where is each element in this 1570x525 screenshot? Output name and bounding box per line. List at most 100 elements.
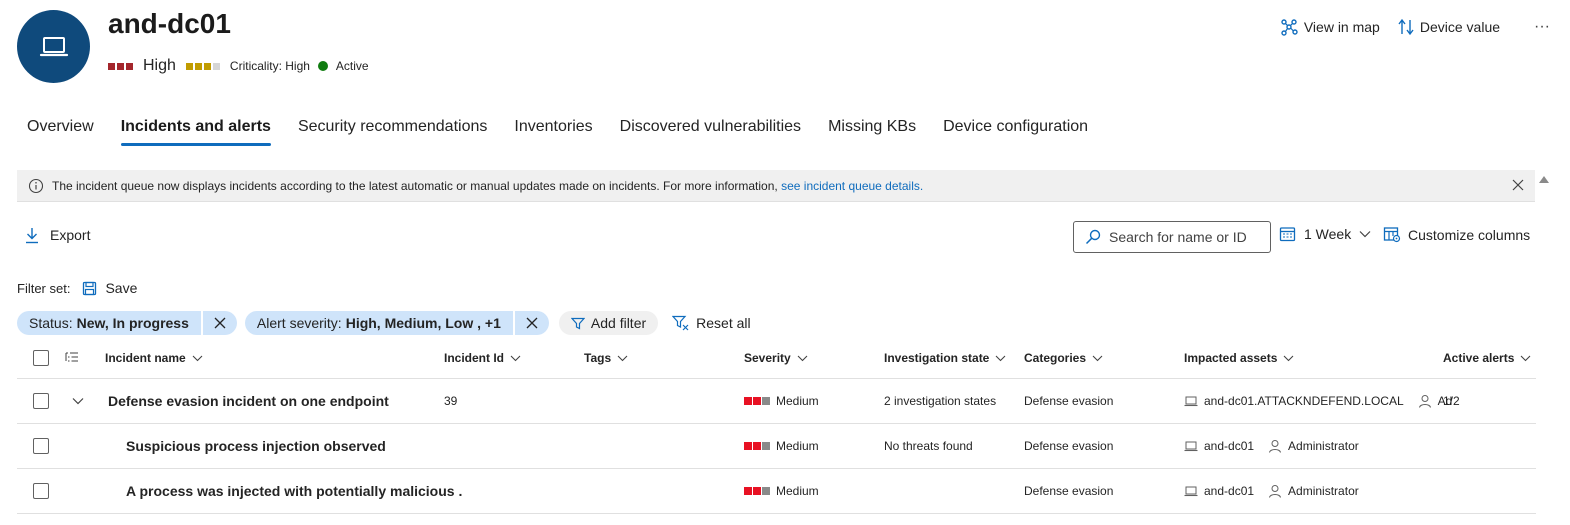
table-row[interactable]: A process was injected with potentially … — [17, 469, 1536, 514]
column-header-incident-name[interactable]: Incident name — [105, 338, 203, 378]
column-header-impacted-assets[interactable]: Impacted assets — [1184, 338, 1294, 378]
view-in-map-button[interactable]: View in map — [1280, 18, 1380, 36]
filter-chip-key: Status: — [29, 315, 73, 331]
incident-queue-details-link[interactable]: see incident queue details. — [781, 179, 923, 193]
investigation-state: 2 investigation states — [884, 394, 997, 408]
tab-device-configuration[interactable]: Device configuration — [943, 118, 1088, 146]
severity-cell: Medium — [744, 379, 819, 423]
filter-chips: Status: New, In progress Alert severity:… — [17, 311, 751, 335]
close-icon[interactable] — [1511, 178, 1525, 192]
reset-all-label: Reset all — [696, 315, 751, 331]
header-actions: View in map Device value ··· — [1280, 18, 1550, 36]
chevron-down-icon — [995, 355, 1006, 361]
chevron-down-icon — [1520, 355, 1531, 361]
tab-inventories[interactable]: Inventories — [514, 118, 592, 146]
scrollbar-up-arrow[interactable] — [1539, 176, 1549, 183]
impacted-user[interactable]: Administrator — [1288, 439, 1359, 453]
chevron-down-icon — [797, 355, 808, 361]
column-header-investigation-state[interactable]: Investigation state — [884, 338, 1006, 378]
person-icon — [1269, 440, 1282, 453]
impacted-device[interactable]: and-dc01 — [1204, 484, 1254, 498]
close-icon — [526, 317, 538, 329]
tab-missing-kbs[interactable]: Missing KBs — [828, 118, 916, 146]
export-button[interactable]: Export — [24, 226, 90, 244]
column-header-severity[interactable]: Severity — [744, 338, 808, 378]
group-by-icon[interactable] — [65, 351, 79, 365]
incidents-table: Incident name Incident Id Tags Severity … — [17, 338, 1536, 514]
column-header-tags[interactable]: Tags — [584, 338, 628, 378]
search-input[interactable] — [1109, 229, 1259, 245]
person-icon — [1418, 395, 1431, 408]
close-icon — [214, 317, 226, 329]
column-header-label: Incident Id — [444, 351, 504, 365]
active-alerts: 1/2 — [1443, 394, 1460, 408]
info-icon — [28, 178, 44, 193]
filter-chip-alert-severity[interactable]: Alert severity: High, Medium, Low , +1 — [244, 311, 549, 335]
tab-overview[interactable]: Overview — [27, 118, 94, 146]
remove-status-filter-button[interactable] — [200, 311, 237, 335]
reset-all-button[interactable]: Reset all — [672, 315, 751, 331]
customize-columns-icon — [1383, 227, 1401, 243]
sort-arrows-icon — [1398, 18, 1414, 36]
filter-chip-severity-label: Alert severity: High, Medium, Low , +1 — [245, 311, 513, 335]
tab-security-recommendations[interactable]: Security recommendations — [298, 118, 487, 146]
laptop-icon — [1184, 486, 1198, 496]
filter-chip-status[interactable]: Status: New, In progress — [17, 311, 237, 335]
save-icon — [83, 281, 97, 295]
more-actions-button[interactable]: ··· — [1534, 18, 1550, 36]
device-status: Active — [335, 59, 369, 73]
device-value-button[interactable]: Device value — [1398, 18, 1500, 36]
row-checkbox[interactable] — [33, 438, 49, 454]
filter-icon — [570, 317, 585, 329]
view-in-map-label: View in map — [1303, 19, 1380, 35]
device-meta: High Criticality: High Active — [108, 57, 369, 75]
incident-name[interactable]: Defense evasion incident on one endpoint — [108, 379, 389, 423]
filter-set: Filter set: Save — [17, 280, 137, 296]
impacted-device[interactable]: and-dc01.ATTACKNDEFEND.LOCAL — [1204, 394, 1404, 408]
remove-severity-filter-button[interactable] — [512, 311, 549, 335]
device-avatar — [17, 10, 90, 83]
investigation-state: No threats found — [884, 439, 973, 453]
impacted-device[interactable]: and-dc01 — [1204, 439, 1254, 453]
severity-label: Medium — [776, 394, 819, 408]
row-select-cell — [33, 424, 49, 468]
column-header-categories[interactable]: Categories — [1024, 338, 1103, 378]
info-banner-text: The incident queue now displays incident… — [52, 179, 923, 193]
category: Defense evasion — [1024, 394, 1114, 408]
add-filter-button[interactable]: Add filter — [558, 311, 659, 335]
customize-columns-button[interactable]: Customize columns — [1383, 226, 1530, 243]
table-row[interactable]: Suspicious process injection observed Me… — [17, 424, 1536, 469]
alert-name[interactable]: Suspicious process injection observed — [126, 424, 386, 468]
select-all-checkbox[interactable] — [33, 350, 49, 366]
column-header-label: Categories — [1024, 351, 1087, 365]
severity-indicator — [744, 487, 770, 495]
criticality-label: Criticality: High — [229, 59, 310, 73]
tab-discovered-vulnerabilities[interactable]: Discovered vulnerabilities — [620, 118, 801, 146]
impacted-user[interactable]: Administrator — [1288, 484, 1359, 498]
filter-chip-status-label: Status: New, In progress — [17, 311, 201, 335]
tab-incidents-and-alerts[interactable]: Incidents and alerts — [120, 118, 272, 146]
laptop-icon — [1184, 396, 1198, 406]
save-filter-set-button[interactable]: Save — [82, 280, 137, 296]
severity-label: Medium — [776, 439, 819, 453]
chevron-down-icon — [510, 355, 521, 361]
select-all-cell — [33, 338, 49, 378]
graph-icon — [1281, 19, 1298, 36]
info-banner: The incident queue now displays incident… — [17, 170, 1535, 202]
risk-level-label: High — [143, 57, 176, 74]
filter-chip-value: New, In progress — [76, 315, 189, 331]
chevron-down-icon[interactable] — [72, 397, 84, 405]
group-by-cell — [65, 338, 79, 378]
alert-name[interactable]: A process was injected with potentially … — [126, 469, 462, 513]
more-label: ··· — [1534, 18, 1550, 35]
expand-row-cell — [72, 379, 84, 423]
search-field[interactable] — [1073, 221, 1271, 253]
criticality-indicator — [185, 62, 220, 70]
download-icon — [26, 228, 38, 244]
column-header-active-alerts[interactable]: Active alerts — [1443, 338, 1531, 378]
time-range-dropdown[interactable]: 1 Week — [1279, 226, 1371, 242]
column-header-incident-id[interactable]: Incident Id — [444, 338, 521, 378]
row-checkbox[interactable] — [33, 393, 49, 409]
row-checkbox[interactable] — [33, 483, 49, 499]
table-row[interactable]: Defense evasion incident on one endpoint… — [17, 379, 1536, 424]
